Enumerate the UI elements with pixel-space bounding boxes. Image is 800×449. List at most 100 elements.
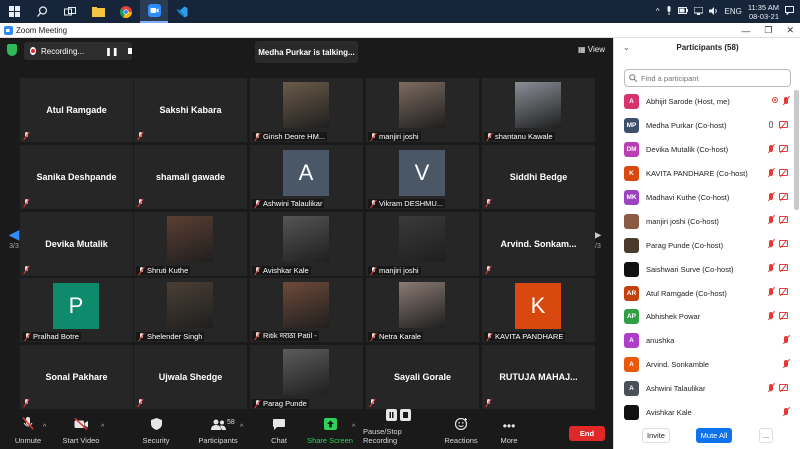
participant-name: Madhavi Kuthe (Co-host): [646, 193, 730, 202]
video-tile[interactable]: P Pralhad Botre: [20, 278, 133, 342]
taskbar-clock[interactable]: 11:35 AM 08-03-21: [748, 3, 779, 21]
start-video-button[interactable]: Start Video: [60, 411, 102, 449]
battery-icon[interactable]: [677, 7, 688, 16]
video-tile[interactable]: Shelender Singh: [134, 278, 247, 342]
participant-row[interactable]: AR Atul Ramgade (Co-host): [614, 281, 792, 305]
security-label: Security: [142, 436, 170, 445]
restore-icon[interactable]: ❐: [764, 25, 772, 36]
mic-muted-icon: [486, 132, 493, 141]
stop-recording-icon[interactable]: [127, 48, 132, 54]
video-tile[interactable]: A Ashwini Talaulikar: [250, 145, 363, 209]
end-meeting-button[interactable]: End: [569, 426, 605, 441]
participant-photo: [167, 282, 213, 328]
participant-row[interactable]: Saishwari Surve (Co-host): [614, 257, 792, 281]
video-tile[interactable]: Shruti Kuthe: [134, 212, 247, 276]
video-tile[interactable]: Avishkar Kale: [250, 212, 363, 276]
participant-list-scrollbar[interactable]: [794, 90, 799, 210]
video-tile[interactable]: V Vikram DESHMU...: [366, 145, 479, 209]
zoom-app-icon[interactable]: [140, 0, 168, 23]
video-tile[interactable]: shantanu Kawale: [482, 78, 595, 142]
chrome-icon[interactable]: [112, 0, 140, 23]
close-icon[interactable]: ✕: [786, 25, 794, 36]
video-tile[interactable]: RUTUJA MAHAJ...: [482, 345, 595, 409]
participant-status-icons: [769, 288, 788, 296]
video-tile[interactable]: Siddhi Bedge: [482, 145, 595, 209]
language-indicator[interactable]: ENG: [725, 7, 742, 16]
mute-all-button[interactable]: Mute All: [696, 428, 732, 443]
participant-row[interactable]: AP Abhishek Powar: [614, 305, 792, 329]
share-screen-button[interactable]: Share Screen: [307, 411, 353, 449]
view-button[interactable]: ▦ View: [578, 45, 605, 54]
windows-start-icon[interactable]: [0, 0, 28, 23]
participant-row[interactable]: A Abhijit Sarode (Host, me): [614, 90, 792, 114]
participant-row[interactable]: K KAVITA PANDHARE (Co-host): [614, 162, 792, 186]
microphone-icon[interactable]: [666, 6, 672, 17]
minimize-icon[interactable]: —: [741, 26, 750, 36]
file-explorer-icon[interactable]: [84, 0, 112, 23]
video-tile[interactable]: Ujwala Shedge: [134, 345, 247, 409]
participant-row[interactable]: MP Medha Purkar (Co-host): [614, 114, 792, 138]
security-shield-icon[interactable]: [7, 44, 17, 56]
video-tile[interactable]: manjiri joshi: [366, 78, 479, 142]
video-tile[interactable]: shamali gawade: [134, 145, 247, 209]
unmute-button[interactable]: Unmute: [10, 411, 46, 449]
recording-label: Recording...: [40, 46, 85, 56]
search-icon[interactable]: [28, 0, 56, 23]
participants-button[interactable]: Participants: [197, 411, 239, 449]
video-tile[interactable]: Ritik मराठा Patil -: [250, 278, 363, 342]
video-tile[interactable]: Girish Deore HM...: [250, 78, 363, 142]
tile-participant-name: Shruti Kuthe: [147, 266, 189, 275]
pause-recording-icon[interactable]: ❚❚: [105, 47, 118, 56]
mic-muted-icon: [784, 97, 788, 104]
chevron-up-icon[interactable]: ^: [656, 7, 660, 16]
network-icon[interactable]: [693, 6, 704, 17]
more-button[interactable]: ••• More: [497, 411, 521, 449]
participants-options-chevron-icon[interactable]: ^: [240, 424, 243, 431]
participant-row[interactable]: A Ashwini Talaulikar: [614, 377, 792, 401]
video-tile[interactable]: Sayali Gorale: [366, 345, 479, 409]
video-tile[interactable]: Arvind. Sonkam...: [482, 212, 595, 276]
video-options-chevron-icon[interactable]: ^: [101, 424, 104, 431]
video-tile[interactable]: Parag Punde: [250, 345, 363, 409]
video-tile[interactable]: Devika Mutalik: [20, 212, 133, 276]
participant-search-input[interactable]: [641, 73, 781, 83]
task-view-icon[interactable]: [56, 0, 84, 23]
vscode-icon[interactable]: [168, 0, 196, 23]
pause-stop-recording-button[interactable]: Pause/Stop Recording: [363, 409, 435, 449]
video-tile[interactable]: Sanika Deshpande: [20, 145, 133, 209]
participant-row[interactable]: manjiri joshi (Co-host): [614, 209, 792, 233]
chat-button[interactable]: Chat: [268, 411, 290, 449]
reactions-button[interactable]: Reactions: [444, 411, 478, 449]
avatar: A: [624, 357, 639, 373]
notification-icon[interactable]: [785, 6, 794, 17]
participant-row[interactable]: Avishkar Kale: [614, 401, 792, 425]
participant-row[interactable]: Aanushka: [614, 329, 792, 353]
audio-options-chevron-icon[interactable]: ^: [43, 424, 46, 431]
participant-row[interactable]: DM Devika Mutalik (Co-host): [614, 138, 792, 162]
video-tile[interactable]: Sakshi Kabara: [134, 78, 247, 142]
participant-row[interactable]: A Arvind. Sonkamble: [614, 353, 792, 377]
video-tile[interactable]: Atul Ramgade: [20, 78, 133, 142]
video-tile[interactable]: K KAVITA PANDHARE: [482, 278, 595, 342]
tile-participant-name: Ritik मराठा Patil -: [263, 331, 317, 340]
participant-row[interactable]: Parag Punde (Co-host): [614, 233, 792, 257]
participant-row[interactable]: MK Madhavi Kuthe (Co-host): [614, 186, 792, 210]
participant-search[interactable]: [624, 69, 791, 87]
participant-photo: [283, 216, 329, 262]
tile-participant-name: KAVITA PANDHARE: [495, 332, 564, 341]
panel-more-button[interactable]: ...: [759, 428, 773, 443]
video-tile[interactable]: Sonal Pakhare: [20, 345, 133, 409]
video-tile[interactable]: manjiri joshi: [366, 212, 479, 276]
invite-button[interactable]: Invite: [642, 428, 670, 443]
volume-icon[interactable]: [708, 6, 719, 17]
mic-muted-icon: [485, 199, 492, 207]
video-tile[interactable]: Netra Karale: [366, 278, 479, 342]
participants-panel: ⌄ Participants (58) AAbhijit Sarode (Hos…: [613, 38, 800, 449]
share-options-chevron-icon[interactable]: ^: [352, 424, 355, 431]
system-tray: ^ ENG 11:35 AM 08-03-21: [656, 0, 800, 23]
window-titlebar: Zoom Meeting — ❐ ✕: [0, 23, 800, 38]
meeting-area: Recording... ❚❚ Medha Purkar is talking.…: [0, 38, 613, 449]
mic-muted-icon: [769, 383, 773, 391]
video-off-icon: [779, 192, 788, 200]
security-button[interactable]: Security: [141, 411, 171, 449]
